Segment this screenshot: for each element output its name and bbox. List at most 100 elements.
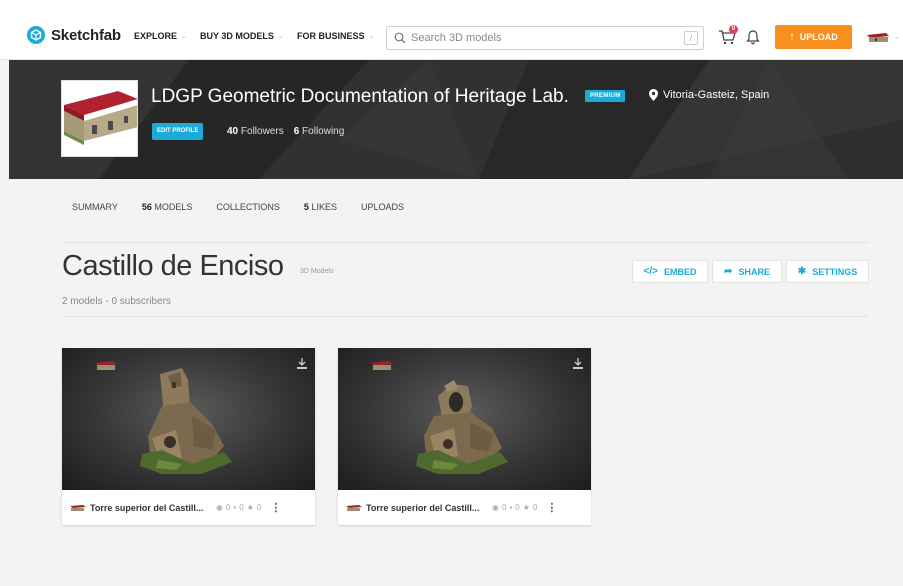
model-stats: ◉ 0 ▪ 0 ★ 0 — [492, 503, 540, 512]
tab-models[interactable]: 56 MODELS — [142, 202, 193, 212]
more-options-icon[interactable]: ⋮ — [270, 501, 281, 514]
nav-explore[interactable]: EXPLORE ⌄ — [134, 31, 187, 41]
nav-for-business[interactable]: FOR BUSINESS ⌄ — [297, 31, 374, 41]
author-mini-avatar[interactable] — [346, 504, 362, 512]
collection-subtitle: 3D Models — [300, 268, 334, 275]
followers-link[interactable]: 40 Followers — [227, 126, 284, 137]
model-card[interactable]: Torre superior del Castill... ◉ 0 ▪ 0 ★ 0 ⋮ — [338, 348, 591, 525]
divider — [62, 242, 869, 243]
nav-business-label: FOR BUSINESS — [297, 31, 365, 41]
comments-count: 0 — [515, 503, 520, 512]
likes-icon[interactable]: ★ — [247, 503, 254, 512]
nav-explore-label: EXPLORE — [134, 31, 178, 41]
followers-count: 40 — [227, 126, 239, 137]
tab-label: LIKES — [311, 202, 337, 212]
chevron-down-icon[interactable]: ⌄ — [894, 33, 900, 41]
collection-meta: 2 models - 0 subscribers — [62, 296, 171, 307]
comments-icon: ▪ — [509, 503, 513, 512]
settings-label: SETTINGS — [812, 266, 858, 277]
brand-name: Sketchfab — [51, 26, 121, 44]
model-card[interactable]: Torre superior del Castill... ◉ 0 ▪ 0 ★ 0 ⋮ — [62, 348, 315, 525]
chevron-down-icon: ⌄ — [277, 33, 284, 40]
views-count: 0 — [501, 503, 507, 512]
search-box[interactable]: / — [386, 26, 704, 50]
chevron-down-icon: ⌄ — [181, 33, 187, 40]
embed-button[interactable]: </> EMBED — [632, 260, 708, 283]
cart-badge: 0 — [729, 25, 738, 34]
tab-uploads[interactable]: UPLOADS — [361, 202, 404, 212]
profile-tabs: SUMMARY 56 MODELS COLLECTIONS 5 LIKES UP… — [72, 202, 428, 212]
tab-label: MODELS — [154, 202, 193, 212]
views-icon: ◉ — [492, 503, 499, 512]
tab-summary[interactable]: SUMMARY — [72, 202, 118, 212]
model-thumbnail[interactable] — [62, 348, 315, 490]
search-input[interactable] — [411, 31, 671, 45]
following-label: Following — [302, 126, 345, 137]
profile-name: LDGP Geometric Documentation of Heritage… — [151, 86, 569, 107]
model-stats: ◉ 0 ▪ 0 ★ 0 — [216, 503, 264, 512]
model-name[interactable]: Torre superior del Castill... — [90, 503, 208, 513]
profile-banner: LDGP Geometric Documentation of Heritage… — [9, 60, 903, 179]
chevron-down-icon: ⌄ — [368, 33, 375, 40]
location-text: Vitoria-Gasteiz, Spain — [663, 89, 770, 101]
model-thumbnail[interactable] — [338, 348, 591, 490]
divider — [62, 316, 869, 317]
author-mini-avatar[interactable] — [70, 504, 86, 512]
likes-icon[interactable]: ★ — [523, 503, 530, 512]
tab-count: 5 — [303, 202, 309, 212]
views-icon: ◉ — [216, 503, 223, 512]
upload-label: UPLOAD — [799, 32, 838, 42]
castle-tower-model-image — [140, 368, 232, 474]
user-avatar[interactable] — [866, 31, 890, 43]
author-avatar[interactable] — [371, 360, 393, 371]
model-card-footer: Torre superior del Castill... ◉ 0 ▪ 0 ★ 0 ⋮ — [62, 490, 315, 525]
upload-button[interactable]: ↑ UPLOAD — [775, 25, 852, 49]
nav-buy-label: BUY 3D MODELS — [200, 31, 274, 41]
nav-buy-3d-models[interactable]: BUY 3D MODELS ⌄ — [200, 31, 284, 41]
bell-icon[interactable] — [746, 29, 760, 45]
comments-count: 0 — [239, 503, 244, 512]
search-shortcut-hint: / — [684, 31, 698, 45]
sketchfab-logo[interactable]: Sketchfab — [27, 26, 121, 44]
model-name[interactable]: Torre superior del Castill... — [366, 503, 484, 513]
castle-tower-model-image — [416, 380, 508, 474]
likes-count: 0 — [532, 503, 538, 512]
tab-label: SUMMARY — [72, 202, 118, 212]
edit-profile-button[interactable]: EDIT PROFILE — [152, 123, 204, 140]
tab-label: UPLOADS — [360, 202, 404, 212]
premium-badge: PREMIUM — [585, 90, 626, 102]
share-button[interactable]: ➦ SHARE — [712, 260, 782, 283]
sketchfab-logo-icon — [27, 26, 45, 44]
author-avatar[interactable] — [95, 360, 117, 371]
tab-label: COLLECTIONS — [216, 202, 280, 212]
settings-button[interactable]: ✱ SETTINGS — [786, 260, 869, 283]
comments-icon: ▪ — [233, 503, 237, 512]
profile-avatar[interactable] — [61, 80, 138, 157]
profile-location: Vitoria-Gasteiz, Spain — [649, 89, 769, 101]
model-card-footer: Torre superior del Castill... ◉ 0 ▪ 0 ★ 0 ⋮ — [338, 490, 591, 525]
download-icon[interactable] — [297, 358, 307, 369]
tab-count: 56 — [141, 202, 152, 212]
more-options-icon[interactable]: ⋮ — [546, 501, 557, 514]
profile-avatar-image — [62, 81, 137, 156]
likes-count: 0 — [256, 503, 262, 512]
tab-likes[interactable]: 5 LIKES — [304, 202, 337, 212]
gear-icon: ✱ — [797, 266, 807, 277]
following-count: 6 — [293, 126, 300, 137]
banner-background — [9, 60, 903, 179]
search-icon — [394, 32, 406, 44]
follow-stats: 40 Followers 6 Following — [227, 126, 344, 137]
top-navigation: Sketchfab EXPLORE ⌄ BUY 3D MODELS ⌄ FOR BU… — [0, 0, 903, 60]
following-link[interactable]: 6 Following — [294, 126, 345, 137]
download-icon[interactable] — [573, 358, 583, 369]
share-label: SHARE — [738, 266, 770, 277]
embed-label: EMBED — [663, 266, 697, 277]
location-pin-icon — [649, 89, 658, 101]
share-arrow-icon: ➦ — [724, 266, 733, 277]
followers-label: Followers — [240, 126, 284, 137]
collection-title: Castillo de Enciso — [62, 250, 284, 282]
views-count: 0 — [225, 503, 231, 512]
embed-code-icon: </> — [643, 266, 658, 277]
upload-arrow-icon: ↑ — [789, 31, 795, 43]
tab-collections[interactable]: COLLECTIONS — [216, 202, 280, 212]
